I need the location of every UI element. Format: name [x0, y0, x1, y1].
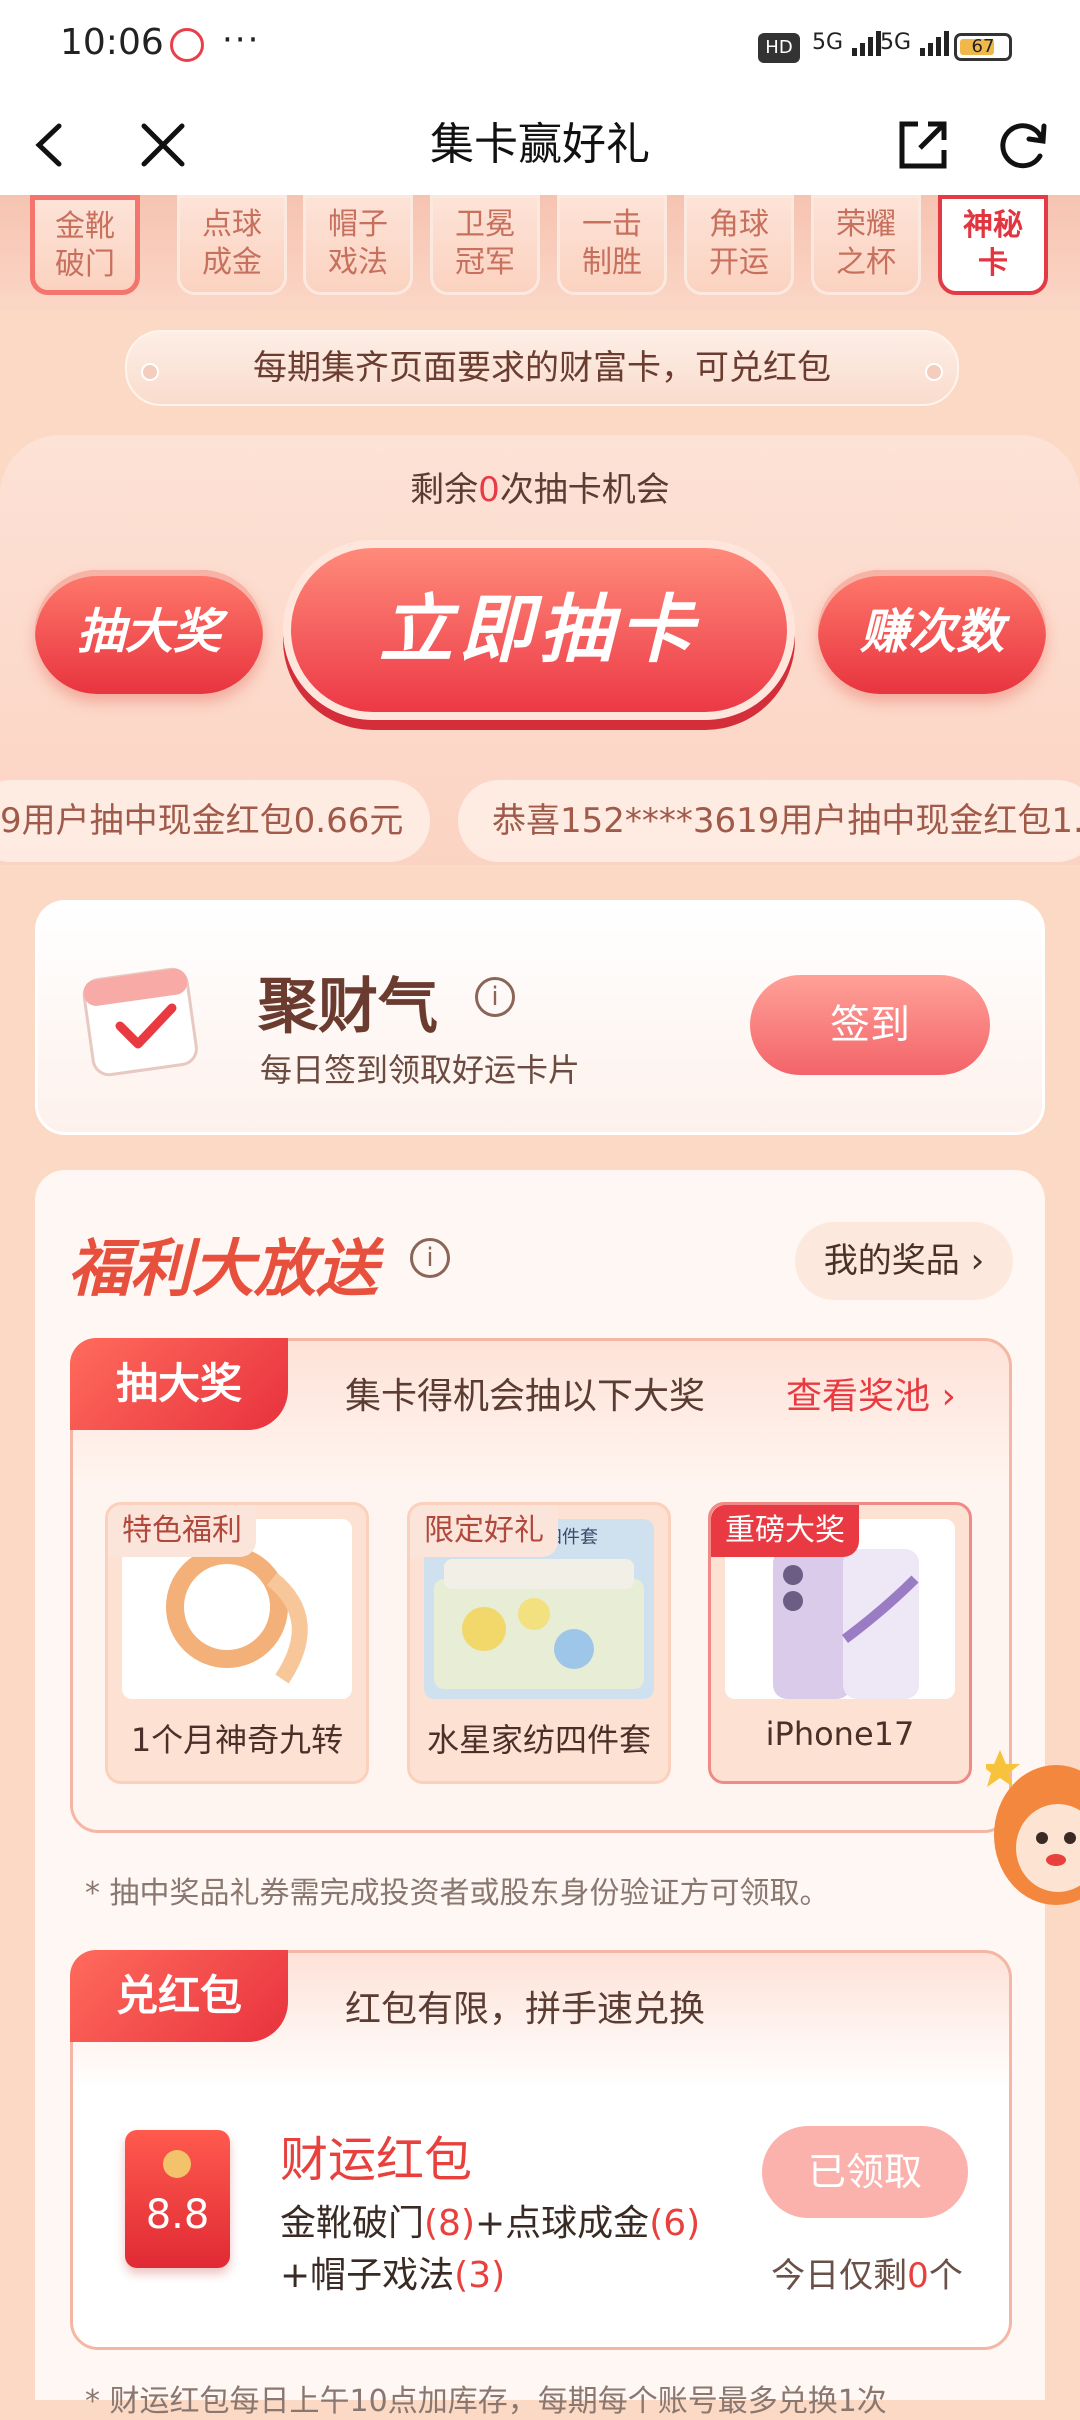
sign-title: 聚财气 — [258, 972, 438, 1042]
card-label: 一击 制胜 — [582, 207, 642, 280]
req-card-name: +点球成金 — [475, 2203, 650, 2244]
redpacket-requirements: 金靴破门(8)+点球成金(6) +帽子戏法(3) — [280, 2198, 700, 2302]
remaining-count: 0 — [478, 470, 500, 510]
my-prizes-button[interactable]: 我的奖品 › — [795, 1222, 1013, 1300]
card-item-jiaoqiu[interactable]: 角球 开运 — [684, 195, 794, 295]
card-label: 角球 开运 — [709, 207, 769, 280]
sign-in-button[interactable]: 签到 — [750, 975, 990, 1075]
hd-voice-icon: HD — [758, 33, 800, 63]
envelope-seal — [163, 2150, 191, 2178]
prize-card[interactable]: 四件套 限定好礼 水星家纺四件套 — [407, 1502, 671, 1784]
grand-prize-tag: 抽大奖 — [70, 1338, 288, 1430]
remaining-draws: 剩余0次抽卡机会 — [0, 462, 1080, 511]
close-icon[interactable] — [128, 110, 198, 180]
grand-prize-note: * 抽中奖品礼券需完成投资者或股东身份验证方可领取。 — [85, 1876, 830, 1911]
card-item-jinxue[interactable]: 金靴 破门 — [30, 195, 140, 295]
prize-ribbon: 限定好礼 — [410, 1505, 558, 1557]
signal-5g-icon-2: 5G — [880, 30, 952, 56]
notice-dot-left — [141, 363, 159, 381]
prize-name: 1个月神奇九转 — [130, 1721, 344, 1759]
status-time: 10:06 — [60, 22, 164, 63]
grand-prize-button[interactable]: 抽大奖 — [35, 570, 263, 694]
card-item-yiji[interactable]: 一击 制胜 — [557, 195, 667, 295]
welfare-info-icon[interactable]: i — [410, 1238, 450, 1278]
earn-draws-button[interactable]: 赚次数 — [818, 570, 1046, 694]
welfare-title: 福利大放送 — [68, 1232, 379, 1305]
envelope-amount: 8.8 — [145, 2192, 210, 2238]
card-item-dianqiu[interactable]: 点球 成金 — [177, 195, 287, 295]
notice-dot-right — [925, 363, 943, 381]
prize-ribbon: 特色福利 — [108, 1505, 256, 1557]
prize-card[interactable]: 重磅大奖 iPhone17 — [708, 1502, 972, 1784]
winner-ticker-item: 恭喜152****3619用户抽中现金红包1.68 — [458, 780, 1080, 862]
app-notification-icon — [170, 28, 204, 62]
card-item-rongyao[interactable]: 荣耀 之杯 — [811, 195, 921, 295]
remaining-suffix: 次抽卡机会 — [499, 470, 670, 510]
prize-card[interactable]: 特色福利 1个月神奇九转 — [105, 1502, 369, 1784]
back-icon[interactable] — [15, 110, 85, 180]
card-label: 金靴 破门 — [55, 209, 115, 282]
ticker-text: 9用户抽中现金红包0.66元 — [0, 801, 404, 841]
network-type-label-2: 5G — [880, 30, 912, 55]
battery-icon: 67 — [954, 33, 1012, 61]
req-card-name: +帽子戏法 — [280, 2255, 455, 2296]
redpacket-note: * 财运红包每日上午10点加库存，每期每个账号最多兑换1次 — [85, 2384, 887, 2419]
card-label: 神秘 卡 — [963, 208, 1023, 281]
remaining-today-prefix: 今日仅剩 — [771, 2256, 908, 2296]
card-label: 帽子 戏法 — [328, 207, 388, 280]
card-item-mystery[interactable]: 神秘 卡 — [938, 195, 1048, 295]
battery-level: 67 — [971, 36, 995, 57]
draw-card-button[interactable]: 立即抽卡 — [283, 540, 795, 720]
remaining-today: 今日仅剩0个 — [762, 2248, 972, 2297]
sign-info-icon[interactable]: i — [475, 977, 515, 1017]
view-prize-pool-link[interactable]: 查看奖池 › — [786, 1367, 956, 1419]
redpacket-title: 财运红包 — [280, 2132, 473, 2188]
prize-ribbon: 重磅大奖 — [711, 1505, 859, 1557]
sign-subtitle: 每日签到领取好运卡片 — [260, 1051, 581, 1089]
card-label: 卫冕 冠军 — [455, 207, 515, 280]
req-count: (8) — [424, 2203, 476, 2244]
more-notifications-icon: ··· — [222, 20, 261, 60]
req-count: (3) — [454, 2255, 506, 2296]
signal-5g-icon-1: 5G — [812, 30, 884, 56]
collect-notice: 每期集齐页面要求的财富卡，可兑红包 — [125, 330, 959, 406]
card-item-maozi[interactable]: 帽子 戏法 — [303, 195, 413, 295]
card-item-weimian[interactable]: 卫冕 冠军 — [430, 195, 540, 295]
calendar-check-icon — [80, 960, 210, 1080]
winner-ticker-item: 9用户抽中现金红包0.66元 — [0, 780, 430, 862]
remaining-today-count: 0 — [907, 2256, 929, 2296]
card-collection-row: 金靴 破门 点球 成金 帽子 戏法 卫冕 冠军 一击 制胜 角球 开运 荣耀 之… — [0, 195, 1080, 310]
redpacket-subtitle: 红包有限，拼手速兑换 — [345, 1989, 706, 2030]
card-label: 荣耀 之杯 — [836, 207, 896, 280]
prize-name: 水星家纺四件套 — [426, 1721, 651, 1759]
claimed-button[interactable]: 已领取 — [762, 2126, 968, 2218]
nav-bar: 集卡赢好礼 — [0, 95, 1080, 195]
card-label: 点球 成金 — [202, 207, 262, 280]
share-icon[interactable] — [888, 110, 958, 180]
req-card-name: 金靴破门 — [280, 2203, 425, 2244]
redpacket-tag: 兑红包 — [70, 1950, 288, 2042]
network-type-label-1: 5G — [812, 30, 844, 55]
grand-prize-subtitle: 集卡得机会抽以下大奖 — [345, 1376, 706, 1417]
notice-text: 每期集齐页面要求的财富卡，可兑红包 — [253, 348, 831, 388]
remaining-prefix: 剩余 — [410, 470, 479, 510]
refresh-icon[interactable] — [988, 110, 1058, 180]
prize-name: iPhone17 — [765, 1715, 915, 1753]
status-bar: 10:06 ··· HD 5G 5G 67 — [0, 0, 1080, 95]
req-count: (6) — [649, 2203, 701, 2244]
ticker-text: 恭喜152****3619用户抽中现金红包1.68 — [492, 801, 1080, 841]
remaining-today-suffix: 个 — [928, 2256, 963, 2296]
floating-mascot-icon[interactable] — [980, 1730, 1080, 1910]
